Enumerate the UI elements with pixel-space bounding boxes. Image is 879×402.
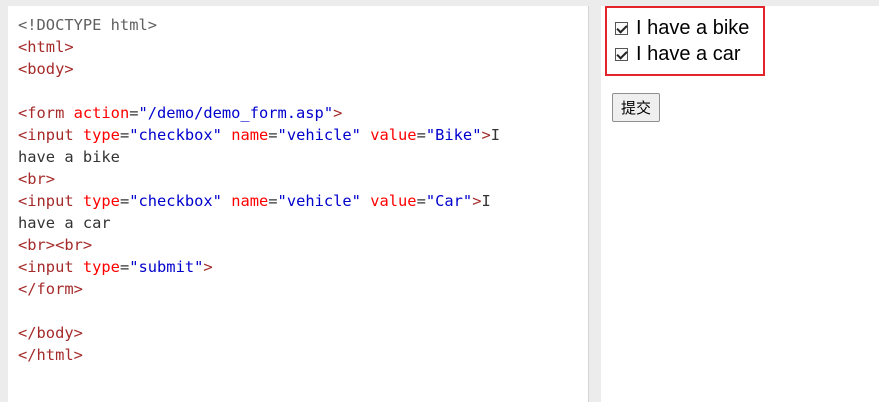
bike-checkbox[interactable] — [615, 21, 628, 35]
code-token: type — [82, 192, 120, 210]
code-token: <br> — [18, 170, 56, 188]
code-line: </body> — [18, 322, 578, 344]
code-token: "/demo/demo_form.asp" — [138, 104, 334, 122]
code-token: = — [129, 104, 139, 122]
code-line: <input type="checkbox" name="vehicle" va… — [18, 124, 578, 146]
code-token: = — [268, 126, 278, 144]
code-line: <br> — [18, 168, 578, 190]
pane-divider[interactable] — [589, 6, 601, 402]
code-token: <input — [18, 258, 83, 276]
code-token: = — [268, 192, 278, 210]
code-line: <body> — [18, 58, 578, 80]
code-token: <!DOCTYPE html> — [18, 16, 157, 34]
code-token: <body> — [18, 60, 74, 78]
code-token: "Bike" — [425, 126, 482, 144]
code-token: </html> — [18, 346, 83, 364]
code-token: <form — [18, 104, 74, 122]
code-token: type — [82, 258, 120, 276]
car-checkbox[interactable] — [615, 47, 628, 61]
code-token: type — [82, 126, 120, 144]
car-checkbox-label: I have a car — [636, 42, 741, 65]
bike-checkbox-label: I have a bike — [636, 16, 750, 39]
car-checkbox-row[interactable]: I have a car — [615, 42, 741, 66]
code-token: I — [490, 126, 501, 144]
code-token: <input — [18, 126, 83, 144]
code-line: <input type="submit"> — [18, 256, 578, 278]
code-token: = — [119, 192, 130, 210]
code-token: action — [73, 104, 130, 122]
code-token: > — [333, 104, 343, 122]
tryit-editor-window: <!DOCTYPE html> <html> <body> <form action=… — [0, 0, 879, 402]
code-token: "Car" — [425, 192, 473, 210]
code-editor[interactable]: <!DOCTYPE html> <html> <body> <form action=… — [8, 6, 589, 402]
code-token: have a car — [18, 214, 111, 232]
code-line: </form> — [18, 278, 578, 300]
code-line: <form action="/demo/demo_form.asp"> — [18, 102, 578, 124]
code-token: > — [203, 258, 213, 276]
code-line: <html> — [18, 36, 578, 58]
code-token: name — [231, 126, 269, 144]
code-token: have a bike — [18, 148, 120, 166]
code-token: <input — [18, 192, 83, 210]
code-token: </body> — [18, 324, 83, 342]
code-token: "checkbox" — [129, 126, 222, 144]
code-token: "vehicle" — [277, 192, 361, 210]
submit-button[interactable]: 提交 — [612, 93, 661, 122]
code-line: <input type="checkbox" name="vehicle" va… — [18, 190, 578, 212]
code-line: have a bike — [18, 146, 578, 168]
code-token: "submit" — [129, 258, 204, 276]
result-preview: I have a bike I have a car 提交 — [601, 6, 879, 402]
code-line: <!DOCTYPE html> — [18, 14, 578, 36]
code-token: "vehicle" — [277, 126, 361, 144]
code-line: <br><br> — [18, 234, 578, 256]
code-token: = — [119, 126, 130, 144]
code-token: <html> — [18, 38, 74, 56]
code-token: "checkbox" — [129, 192, 222, 210]
code-token: I — [481, 192, 491, 210]
code-token: = — [119, 258, 130, 276]
code-token: > — [481, 126, 491, 144]
bike-checkbox-row[interactable]: I have a bike — [615, 16, 749, 40]
code-token: <br><br> — [18, 236, 93, 254]
code-token: name — [231, 192, 269, 210]
code-token: = — [416, 192, 426, 210]
code-line: </html> — [18, 344, 578, 366]
code-token: value — [370, 192, 417, 210]
code-token: </form> — [18, 280, 83, 298]
code-line: have a car — [18, 212, 578, 234]
code-token: = — [416, 126, 426, 144]
code-token: value — [370, 126, 417, 144]
